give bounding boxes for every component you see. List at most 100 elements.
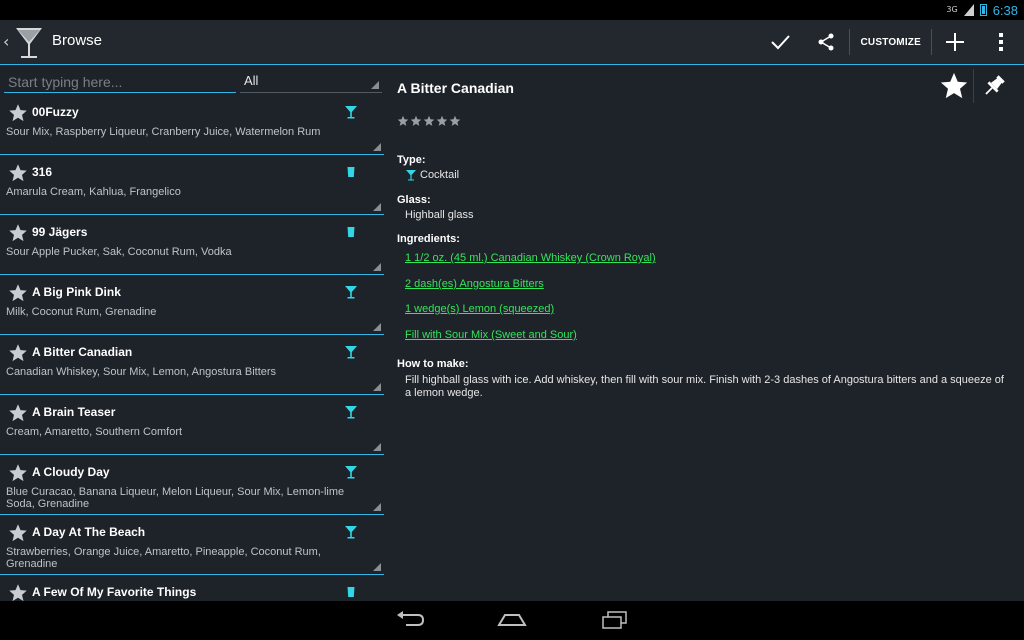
row-corner-icon <box>373 503 381 511</box>
type-label: Type: <box>397 154 426 166</box>
filter-bar: All <box>0 65 384 95</box>
star-icon[interactable] <box>8 223 28 243</box>
drink-name: 316 <box>32 165 53 179</box>
drink-name: 00Fuzzy <box>32 105 79 119</box>
glass-label: Glass: <box>397 194 431 206</box>
rating-star-icon[interactable] <box>410 115 422 127</box>
drink-list-item[interactable]: A Brain Teaser Cream, Amaretto, Southern … <box>0 395 384 455</box>
row-corner-icon <box>373 383 381 391</box>
glass-value: Highball glass <box>405 209 474 221</box>
row-corner-icon <box>373 443 381 451</box>
add-button[interactable] <box>932 20 978 64</box>
star-icon[interactable] <box>8 583 28 601</box>
share-icon <box>818 33 834 51</box>
battery-icon <box>979 4 987 16</box>
drink-ingredients: Amarula Cream, Kahlua, Frangelico <box>6 186 181 198</box>
cocktail-glass-icon <box>345 346 357 359</box>
spinner-corner-icon <box>371 81 379 89</box>
signal-icon <box>963 4 974 16</box>
drink-ingredients: Canadian Whiskey, Sour Mix, Lemon, Angos… <box>6 366 277 378</box>
cocktail-glass-icon <box>406 170 416 181</box>
recent-apps-icon[interactable] <box>598 609 630 631</box>
overflow-menu-button[interactable] <box>978 20 1024 64</box>
cocktail-glass-icon <box>345 286 357 299</box>
rating-star-icon[interactable] <box>397 115 409 127</box>
ingredient-link[interactable]: 1 1/2 oz. (45 ml.) Canadian Whiskey (Cro… <box>405 252 656 264</box>
drink-list-item[interactable]: 99 Jägers Sour Apple Pucker, Sak, Coconut… <box>0 215 384 275</box>
type-value-row: Cocktail <box>405 169 459 181</box>
type-value: Cocktail <box>420 169 460 181</box>
ingredient-link[interactable]: Fill with Sour Mix (Sweet and Sour) <box>405 329 577 341</box>
confirm-button[interactable] <box>757 20 803 64</box>
howto-text: Fill highball glass with ice. Add whiske… <box>405 374 1004 399</box>
drink-name: A Day At The Beach <box>32 525 146 539</box>
drink-name: A Few Of My Favorite Things <box>32 585 197 599</box>
clock: 6:38 <box>992 2 1018 18</box>
ingredient-link[interactable]: 1 wedge(s) Lemon (squeezed) <box>405 303 554 315</box>
detail-action-separator <box>973 69 974 103</box>
customize-button[interactable]: CUSTOMIZE <box>850 20 931 64</box>
back-icon[interactable] <box>394 609 426 631</box>
cocktail-glass-icon <box>345 466 357 479</box>
drink-list-item[interactable]: A Bitter Canadian Canadian Whiskey, Sour … <box>0 335 384 395</box>
search-input[interactable] <box>4 71 236 93</box>
star-icon[interactable] <box>8 463 28 483</box>
add-icon <box>946 33 964 51</box>
rating-star-icon[interactable] <box>449 115 461 127</box>
drink-detail-pane: A Bitter Canadian Type: Cocktail Glass: … <box>385 65 1024 601</box>
page-title: Browse <box>52 32 103 49</box>
drink-list-item[interactable]: 316 Amarula Cream, Kahlua, Frangelico <box>0 155 384 215</box>
drink-name: A Brain Teaser <box>32 405 116 419</box>
action-buttons: CUSTOMIZE <box>757 20 1024 64</box>
drink-list-item[interactable]: 00Fuzzy Sour Mix, Raspberry Liqueur, Cran… <box>0 95 384 155</box>
share-button[interactable] <box>803 20 849 64</box>
drink-title: A Bitter Canadian <box>397 80 514 96</box>
star-icon[interactable] <box>8 343 28 363</box>
shot-glass-icon <box>347 587 355 597</box>
rating-star-icon[interactable] <box>423 115 435 127</box>
star-icon[interactable] <box>8 403 28 423</box>
home-icon[interactable] <box>496 609 528 631</box>
row-corner-icon <box>373 323 381 331</box>
network-type: 3G <box>946 5 958 14</box>
star-icon[interactable] <box>8 283 28 303</box>
shot-glass-icon <box>347 227 355 237</box>
pin-icon[interactable] <box>981 73 1007 99</box>
drink-ingredients: Sour Mix, Raspberry Liqueur, Cranberry J… <box>6 126 321 138</box>
back-chevron-icon[interactable]: ‹ <box>3 32 9 51</box>
ingredients-label: Ingredients: <box>397 233 460 245</box>
star-icon[interactable] <box>8 103 28 123</box>
drink-ingredients: Sour Apple Pucker, Sak, Coconut Rum, Vod… <box>6 246 232 258</box>
drink-ingredients: Strawberries, Orange Juice, Amaretto, Pi… <box>6 546 321 570</box>
star-icon[interactable] <box>8 523 28 543</box>
cocktail-glass-icon <box>345 106 357 119</box>
rating-bar[interactable] <box>397 115 461 127</box>
overflow-menu-icon <box>999 33 1003 51</box>
drink-list: 00Fuzzy Sour Mix, Raspberry Liqueur, Cran… <box>0 95 384 601</box>
row-corner-icon <box>373 143 381 151</box>
ingredient-link[interactable]: 2 dash(es) Angostura Bitters <box>405 278 544 290</box>
shot-glass-icon <box>347 167 355 177</box>
status-indicators: 3G 6:38 <box>946 0 1018 20</box>
check-icon <box>771 35 791 50</box>
rating-star-icon[interactable] <box>436 115 448 127</box>
category-value: All <box>244 73 259 88</box>
drink-ingredients: Cream, Amaretto, Southern Comfort <box>6 426 183 438</box>
row-corner-icon <box>373 203 381 211</box>
navigation-bar <box>0 601 1024 640</box>
howto-label: How to make: <box>397 358 469 370</box>
drink-list-item[interactable]: A Cloudy Day Blue Curacao, Banana Liqueur… <box>0 455 384 515</box>
drink-list-item[interactable]: A Big Pink Dink Milk, Coconut Rum, Grenad… <box>0 275 384 335</box>
drink-ingredients: Milk, Coconut Rum, Grenadine <box>6 306 157 318</box>
drink-ingredients: Blue Curacao, Banana Liqueur, Melon Liqu… <box>6 486 345 510</box>
favorite-star-icon[interactable] <box>939 71 969 101</box>
drink-list-item[interactable]: A Day At The Beach Strawberries, Orange J… <box>0 515 384 575</box>
cocktail-logo-icon[interactable] <box>14 24 44 60</box>
star-icon[interactable] <box>8 163 28 183</box>
drink-name: A Bitter Canadian <box>32 345 133 359</box>
category-spinner[interactable]: All <box>240 71 382 93</box>
drink-list-item[interactable]: A Few Of My Favorite Things <box>0 575 384 601</box>
drink-list-pane: All 00Fuzzy Sour Mix, Raspberry Liqueur, … <box>0 65 384 601</box>
row-corner-icon <box>373 263 381 271</box>
cocktail-glass-icon <box>345 406 357 419</box>
